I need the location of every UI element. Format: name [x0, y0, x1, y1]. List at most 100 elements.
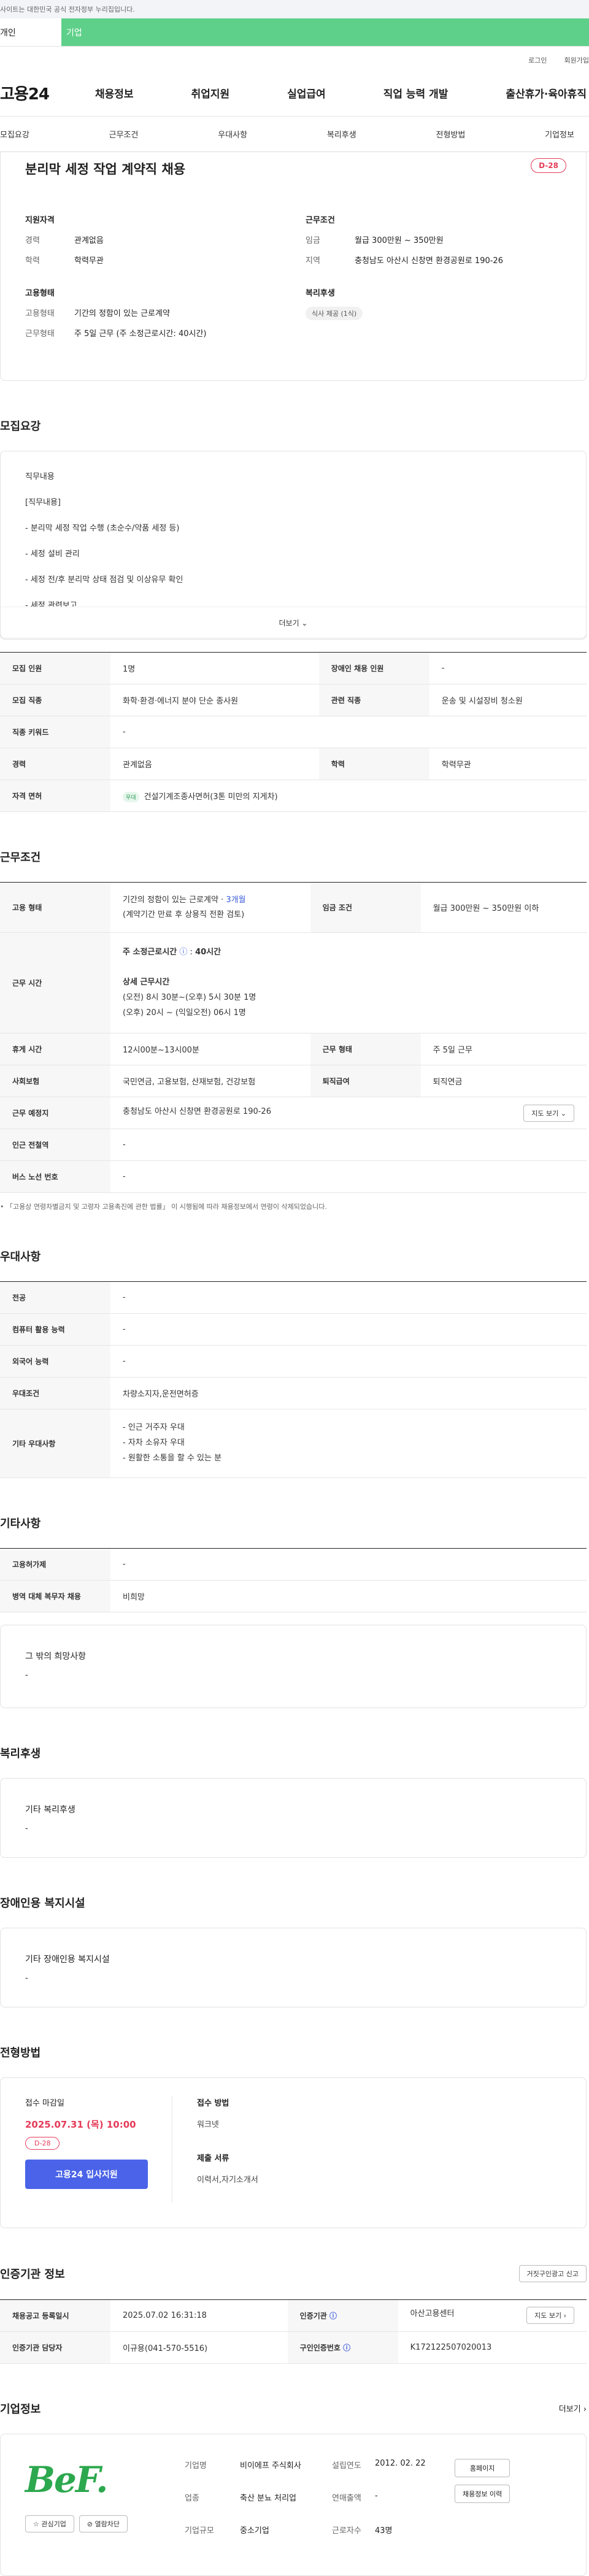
report-button[interactable]: 거짓구인광고 신고	[518, 2264, 587, 2282]
disabled-value: -	[25, 1973, 28, 1983]
th-license: 자격 면허	[0, 780, 110, 812]
wage-value: 월급 300만원 ~ 350만원	[355, 236, 444, 245]
info-icon[interactable]: ⓘ	[343, 2344, 350, 2352]
info-icon[interactable]: ⓘ	[179, 948, 187, 957]
table-row: 근무 시간 주 소정근로시간 ⓘ : 40시간 상세 근무시간 (오전) 8시 …	[0, 932, 587, 1034]
td-education: 학력무관	[429, 748, 587, 780]
docs-value: 이력서,자기소개서	[197, 2175, 258, 2185]
nav-employment-support[interactable]: 취업지원	[191, 85, 230, 101]
nav-parental-leave[interactable]: 출산휴가·육아휴직	[506, 85, 587, 101]
table-row: 고용 형태 기간의 정함이 있는 근로계약 · 3개월 (계약기간 만료 후 상…	[0, 882, 587, 933]
recruit-section-title: 모집요강	[0, 420, 41, 433]
method-label: 접수 방법	[197, 2098, 229, 2108]
other-wish-box: 그 밖의 희망사항 -	[0, 1624, 587, 1708]
apply-box: 접수 마감일 2025.07.31 (목) 10:00 D-28 고용24 입사…	[0, 2077, 587, 2228]
docs-label: 제출 서류	[197, 2153, 229, 2163]
dday-badge: D-28	[531, 158, 566, 173]
table-row: 휴게 시간 12시00분~13시00분 근무 형태 주 5일 근무	[0, 1033, 587, 1066]
table-row: 병역 대체 복무자 채용 비희망	[0, 1580, 587, 1612]
apply-section-title: 전형방법	[0, 2046, 41, 2060]
table-row: 외국어 능력 -	[0, 1345, 587, 1378]
global-nav: 고용24 채용정보 취업지원 실업급여 직업 능력 개발 출산휴가·육아휴직	[0, 70, 589, 117]
job-history-button[interactable]: 채용정보 이력	[455, 2484, 510, 2503]
deadline-value: 2025.07.31 (목) 10:00	[25, 2118, 136, 2130]
td-rest: 12시00분~13시00분	[110, 1033, 310, 1066]
th-reg-date: 채용공고 등록일시	[0, 2299, 110, 2332]
est-label: 설립연도	[332, 2461, 361, 2471]
tab-personal[interactable]: 개인	[0, 18, 61, 46]
td-computer: -	[110, 1313, 587, 1346]
etc-table: 고용허가제 - 병역 대체 복무자 채용 비희망	[0, 1547, 587, 1612]
pref-table: 전공 - 컴퓨터 활용 능력 - 외국어 능력 - 우대조건 차량소지자,운전면허증 기…	[0, 1281, 587, 1478]
th-career: 경력	[0, 748, 110, 780]
td-work-time: 주 소정근로시간 ⓘ : 40시간 상세 근무시간 (오전) 8시 30분~(오…	[110, 932, 587, 1034]
anchor-company[interactable]: 기업정보	[545, 128, 574, 140]
th-cert-org: 인증기관 ⓘ	[287, 2299, 398, 2332]
th-other-pref: 기타 우대사항	[0, 1409, 110, 1478]
weekly-hours-label: 주 소정근로시간	[123, 948, 177, 957]
th-work-time: 근무 시간	[0, 932, 110, 1034]
apply-button[interactable]: 고용24 입사지원	[25, 2159, 148, 2189]
table-row: 사회보험 국민연금, 고용보험, 산재보험, 건강보험 퇴직급여 퇴직연금	[0, 1065, 587, 1098]
cert-org-value: 아산고용센터	[410, 2309, 455, 2318]
block-button[interactable]: ⊘ 열람차단	[79, 2515, 128, 2532]
edu-value: 학력무관	[74, 256, 104, 266]
employees-value: 43명	[375, 2526, 393, 2536]
join-link[interactable]: 회원가입	[564, 55, 589, 65]
login-link[interactable]: 로그인	[528, 55, 547, 65]
job-summary-card: 분리막 세정 작업 계약직 채용 D-28 지원자격 경력 관계없음 학력 학력무관…	[0, 152, 587, 381]
td-cert-num: K172122507020013	[398, 2331, 587, 2364]
th-emp-type: 고용 형태	[0, 882, 110, 933]
th-workplace: 근무 예정지	[0, 1097, 110, 1130]
anchor-recruit[interactable]: 모집요강	[0, 128, 29, 140]
favorite-button[interactable]: ☆ 관심기업	[25, 2515, 74, 2532]
utility-links: 로그인 회원가입	[0, 47, 589, 70]
homepage-button[interactable]: 홈페이지	[455, 2458, 510, 2477]
employees-label: 근로자수	[332, 2526, 361, 2536]
anchor-apply[interactable]: 전형방법	[436, 128, 466, 140]
cert-org-label: 인증기관	[299, 2311, 327, 2320]
anchor-work[interactable]: 근무조건	[109, 128, 139, 140]
anchor-pref[interactable]: 우대사항	[218, 128, 247, 140]
th-cert-num: 구인인증번호 ⓘ	[287, 2331, 398, 2364]
anchor-benefit[interactable]: 복리후생	[327, 128, 356, 140]
site-logo[interactable]: 고용24	[0, 82, 95, 104]
info-icon[interactable]: ⓘ	[329, 2312, 337, 2320]
table-row: 근무 예정지 충청남도 아산시 신창면 환경공원로 190-26 지도 보기 ⌄	[0, 1097, 587, 1130]
th-disabled-headcount: 장애인 채용 인원	[318, 652, 429, 684]
emp-type-value: 기간의 정함이 있는 근로계약	[74, 309, 170, 318]
nav-job-info[interactable]: 채용정보	[95, 85, 134, 101]
nav-unemployment-benefit[interactable]: 실업급여	[287, 85, 326, 101]
more-button[interactable]: 더보기 ⌄	[0, 607, 587, 638]
wage-label: 임금	[306, 236, 320, 245]
cert-map-button[interactable]: 지도 보기 ›	[526, 2307, 574, 2324]
detail-hours-title: 상세 근무시간	[123, 978, 170, 987]
table-row: 채용공고 등록일시 2025.07.02 16:31:18 인증기관 ⓘ 아산고…	[0, 2299, 587, 2332]
td-bus: -	[110, 1160, 587, 1194]
table-row: 직종 키워드 -	[0, 716, 587, 748]
detail-hours-2: (오후) 20시 ~ (익일오전) 06시 1명	[123, 1008, 246, 1018]
td-insurance: 국민연금, 고용보험, 산재보험, 건강보험	[110, 1065, 310, 1098]
desc-line: - 분리막 세정 작업 수행 (초순수/약품 세정 등)	[25, 524, 180, 533]
td-job-type: 화학·환경·에너지 분야 단순 종사원	[110, 684, 319, 716]
company-more-link[interactable]: 더보기 ›	[559, 2402, 587, 2414]
td-emp-type: 기간의 정함이 있는 근로계약 · 3개월 (계약기간 만료 후 상용직 전환 …	[110, 882, 310, 933]
table-row: 기타 우대사항 - 인근 거주자 우대 - 자차 소유자 우대 - 원활한 소통…	[0, 1409, 587, 1478]
contract-period: 3개월	[226, 895, 246, 905]
th-computer: 컴퓨터 활용 능력	[0, 1313, 110, 1346]
td-reg-date: 2025.07.02 16:31:18	[110, 2299, 288, 2332]
td-wage: 월급 300만원 ~ 350만원 이하	[420, 882, 587, 933]
workplace-address: 충청남도 아산시 신창면 환경공원로 190-26	[123, 1106, 271, 1116]
sales-label: 연매출액	[332, 2493, 361, 2503]
sales-value: -	[375, 2491, 378, 2501]
th-rest: 휴게 시간	[0, 1033, 110, 1066]
work-table: 고용 형태 기간의 정함이 있는 근로계약 · 3개월 (계약기간 만료 후 상…	[0, 882, 587, 1194]
user-type-tabs: 개인 기업	[0, 18, 589, 47]
nav-vocational-training[interactable]: 직업 능력 개발	[383, 85, 448, 101]
job-title: 분리막 세정 작업 계약직 채용	[25, 162, 186, 177]
tab-company[interactable]: 기업	[61, 18, 589, 46]
th-major: 전공	[0, 1281, 110, 1314]
map-button[interactable]: 지도 보기 ⌄	[523, 1104, 574, 1122]
table-row: 모집 직종 화학·환경·에너지 분야 단순 종사원 관련 직종 운송 및 시설장…	[0, 684, 587, 716]
benefit-value: -	[25, 1823, 28, 1833]
